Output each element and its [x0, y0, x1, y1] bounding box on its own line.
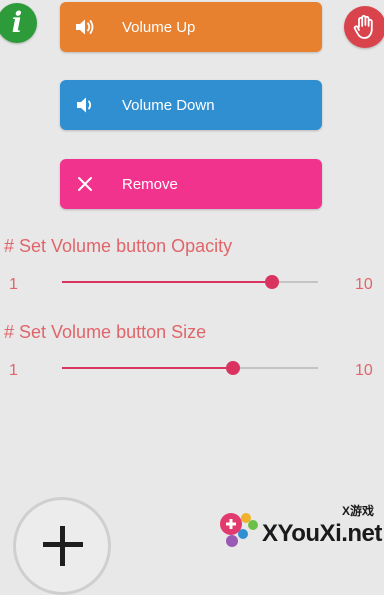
info-icon: i [11, 6, 23, 39]
plus-icon-bar [43, 542, 83, 547]
speaker-loud-icon [74, 16, 96, 38]
watermark-main-text: XYouXi.net [262, 520, 382, 547]
speaker-quiet-icon [74, 94, 96, 116]
opacity-slider-fill [62, 281, 273, 283]
stop-hand-button[interactable] [344, 6, 384, 48]
remove-button[interactable]: Remove [60, 159, 322, 209]
volume-up-button[interactable]: Volume Up [60, 2, 322, 52]
opacity-slider-thumb[interactable] [265, 275, 280, 289]
size-min-label: 1 [9, 362, 18, 379]
volume-down-label: Volume Down [122, 96, 215, 114]
gamepad-logo-icon [220, 513, 258, 547]
remove-label: Remove [122, 175, 178, 193]
size-slider-fill [62, 367, 233, 369]
size-section-title: # Set Volume button Size [4, 322, 207, 342]
volume-up-label: Volume Up [122, 18, 196, 36]
watermark-top-text: X游戏 [341, 504, 374, 518]
size-slider[interactable] [62, 361, 318, 375]
size-max-label: 10 [355, 362, 373, 379]
volume-down-button[interactable]: Volume Down [60, 80, 322, 130]
add-button[interactable] [13, 497, 111, 595]
hand-icon [353, 15, 373, 39]
opacity-slider[interactable] [62, 275, 318, 289]
close-icon [74, 173, 96, 195]
opacity-section-title: # Set Volume button Opacity [4, 236, 233, 256]
opacity-max-label: 10 [355, 276, 373, 293]
size-slider-thumb[interactable] [225, 361, 240, 375]
info-button[interactable]: i [0, 3, 37, 43]
watermark: X游戏 XYouXi.net [214, 498, 384, 560]
opacity-min-label: 1 [9, 276, 18, 293]
